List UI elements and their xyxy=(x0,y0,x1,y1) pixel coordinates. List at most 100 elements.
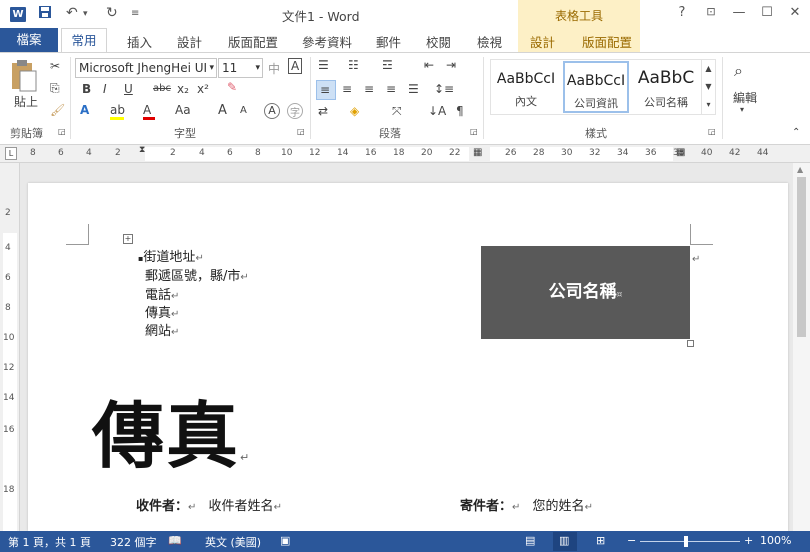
enclose-character-icon[interactable]: A xyxy=(264,103,280,119)
multilevel-list-icon[interactable]: ☲ xyxy=(382,58,393,72)
print-layout-button[interactable]: ▥ xyxy=(553,532,577,551)
table-move-handle-icon[interactable]: + xyxy=(123,234,133,244)
language-status[interactable]: 英文 (美國) xyxy=(205,534,261,550)
tab-mailings[interactable]: 郵件 xyxy=(376,32,401,52)
maximize-button[interactable]: ☐ xyxy=(756,5,778,20)
text-effects-icon[interactable]: A xyxy=(80,103,89,117)
cut-icon[interactable]: ✂ xyxy=(50,59,60,73)
paste-icon[interactable] xyxy=(8,59,38,93)
shading-icon[interactable]: ◈ xyxy=(350,104,359,118)
word-logo-icon[interactable]: W xyxy=(10,7,26,22)
table-resize-handle[interactable] xyxy=(687,340,694,347)
align-left-button[interactable]: ≡ xyxy=(316,80,336,100)
address-line[interactable]: 電話↵ xyxy=(145,284,179,303)
format-painter-icon[interactable]: 🖌 xyxy=(50,103,65,117)
zoom-slider-thumb[interactable] xyxy=(684,536,688,547)
proofing-icon[interactable]: 📖 xyxy=(168,534,182,547)
grow-font-button[interactable]: A xyxy=(218,103,227,118)
styles-scroll[interactable]: ▲ ▼ ▾ xyxy=(701,60,715,114)
save-icon[interactable] xyxy=(38,5,52,23)
minimize-button[interactable]: — xyxy=(728,5,750,20)
undo-icon[interactable]: ↶ xyxy=(66,5,78,21)
font-color-icon[interactable]: A xyxy=(143,103,155,120)
fax-title[interactable]: 傳真↵ xyxy=(92,377,251,482)
scrollbar-thumb[interactable] xyxy=(797,177,806,337)
underline-button[interactable]: U xyxy=(124,82,133,96)
company-name-cell[interactable]: 公司名稱¤ xyxy=(481,246,690,339)
clear-formatting-icon[interactable]: ✎ xyxy=(227,80,237,94)
enclosed-char-button[interactable]: 字 xyxy=(287,103,303,119)
tab-table-design[interactable]: 設計 xyxy=(530,32,555,52)
help-button[interactable]: ? xyxy=(671,5,693,20)
address-line[interactable]: ▪街道地址↵ xyxy=(138,246,204,265)
paragraph-launcher-icon[interactable]: ◲ xyxy=(470,127,478,136)
asian-layout-icon[interactable]: ⤧ xyxy=(392,104,402,119)
show-marks-icon[interactable]: ¶ xyxy=(456,104,464,118)
page-count[interactable]: 第 1 頁，共 1 頁 xyxy=(8,534,91,550)
read-mode-icon[interactable]: ▤ xyxy=(525,534,535,547)
sender-field[interactable]: 寄件者：↵ 您的姓名↵ xyxy=(460,495,593,514)
change-case-button[interactable]: Aa xyxy=(175,103,191,117)
web-layout-icon[interactable]: ⊞ xyxy=(596,534,605,547)
bold-button[interactable]: B xyxy=(82,82,91,96)
column-marker-icon[interactable]: ▦ xyxy=(676,147,685,158)
font-size-select[interactable]: 11 ▾ xyxy=(218,58,263,78)
address-line[interactable]: 郵遞區號，縣/市↵ xyxy=(145,265,249,284)
close-button[interactable]: ✕ xyxy=(784,5,806,20)
redo-icon[interactable]: ↻ xyxy=(106,5,118,21)
bullets-icon[interactable]: ☰ xyxy=(318,58,329,72)
column-marker-icon[interactable]: ▦ xyxy=(473,147,482,158)
editing-button[interactable]: 編輯 xyxy=(733,89,757,106)
style-company-info[interactable]: AaBbCcI 公司資訊 xyxy=(563,61,629,113)
distributed-icon[interactable]: ☰ xyxy=(408,82,419,96)
font-name-select[interactable]: Microsoft JhengHei UI ▾ xyxy=(75,58,217,78)
sort-icon[interactable]: ↓A xyxy=(428,104,446,118)
address-line[interactable]: 網站↵ xyxy=(145,320,179,339)
justify-icon[interactable]: ≡ xyxy=(386,82,396,96)
clipboard-launcher-icon[interactable]: ◲ xyxy=(58,127,66,136)
undo-dropdown-icon[interactable]: ▾ xyxy=(83,9,88,19)
tab-view[interactable]: 檢視 xyxy=(477,32,502,52)
vertical-scrollbar[interactable]: ▲ xyxy=(793,163,810,531)
vertical-ruler[interactable]: 2 4 6 8 10 12 14 16 18 xyxy=(0,163,20,533)
customize-qat-icon[interactable]: ≡ xyxy=(131,8,139,19)
collapse-ribbon-icon[interactable]: ⌃ xyxy=(792,127,800,138)
tab-references[interactable]: 參考資料 xyxy=(302,32,352,52)
phonetic-guide-icon[interactable]: 中 xyxy=(268,60,280,77)
paste-button-label[interactable]: 貼上 xyxy=(14,93,38,110)
superscript-button[interactable]: x² xyxy=(197,82,209,96)
highlight-icon[interactable]: ab xyxy=(110,103,125,120)
scroll-up-icon[interactable]: ▲ xyxy=(797,165,803,174)
decrease-indent-icon[interactable]: ⇤ xyxy=(424,58,434,72)
text-direction-icon[interactable]: ⇄ xyxy=(318,104,328,118)
tab-table-layout[interactable]: 版面配置 xyxy=(582,32,632,52)
italic-button[interactable]: I xyxy=(103,82,107,96)
style-normal[interactable]: AaBbCcI 內文 xyxy=(493,61,559,113)
ribbon-display-options-icon[interactable]: ⊡ xyxy=(700,5,722,18)
binoculars-icon[interactable]: ⌕ xyxy=(734,61,743,81)
subscript-button[interactable]: x₂ xyxy=(177,82,189,96)
align-right-icon[interactable]: ≡ xyxy=(364,82,374,96)
zoom-in-icon[interactable]: + xyxy=(744,534,753,547)
shrink-font-button[interactable]: A xyxy=(240,105,247,116)
copy-icon[interactable]: ⎘ xyxy=(50,81,60,96)
style-company-name[interactable]: AaBbC 公司名稱 xyxy=(633,61,699,113)
tab-review[interactable]: 校閱 xyxy=(426,32,451,52)
character-border-icon[interactable]: A xyxy=(288,58,303,74)
numbering-icon[interactable]: ☷ xyxy=(348,58,359,72)
align-center-icon[interactable]: ≡ xyxy=(342,82,352,96)
tab-insert[interactable]: 插入 xyxy=(127,32,152,52)
increase-indent-icon[interactable]: ⇥ xyxy=(446,58,456,72)
tab-file[interactable]: 檔案 xyxy=(0,28,58,52)
tab-design[interactable]: 設計 xyxy=(177,32,202,52)
tab-selector-icon[interactable]: L xyxy=(5,147,17,160)
horizontal-ruler[interactable]: L 8 6 4 2 2 4 6 8 10 12 14 16 18 20 22 2… xyxy=(0,145,810,163)
address-line[interactable]: 傳真↵ xyxy=(145,302,179,321)
macro-record-icon[interactable]: ▣ xyxy=(280,534,290,547)
styles-launcher-icon[interactable]: ◲ xyxy=(708,127,716,136)
word-count[interactable]: 322 個字 xyxy=(110,534,157,550)
indent-marker-icon[interactable]: ⧗ xyxy=(139,145,145,155)
tab-layout[interactable]: 版面配置 xyxy=(228,32,278,52)
strikethrough-button[interactable]: abc xyxy=(153,83,171,94)
line-spacing-icon[interactable]: ↕≡ xyxy=(434,82,454,96)
